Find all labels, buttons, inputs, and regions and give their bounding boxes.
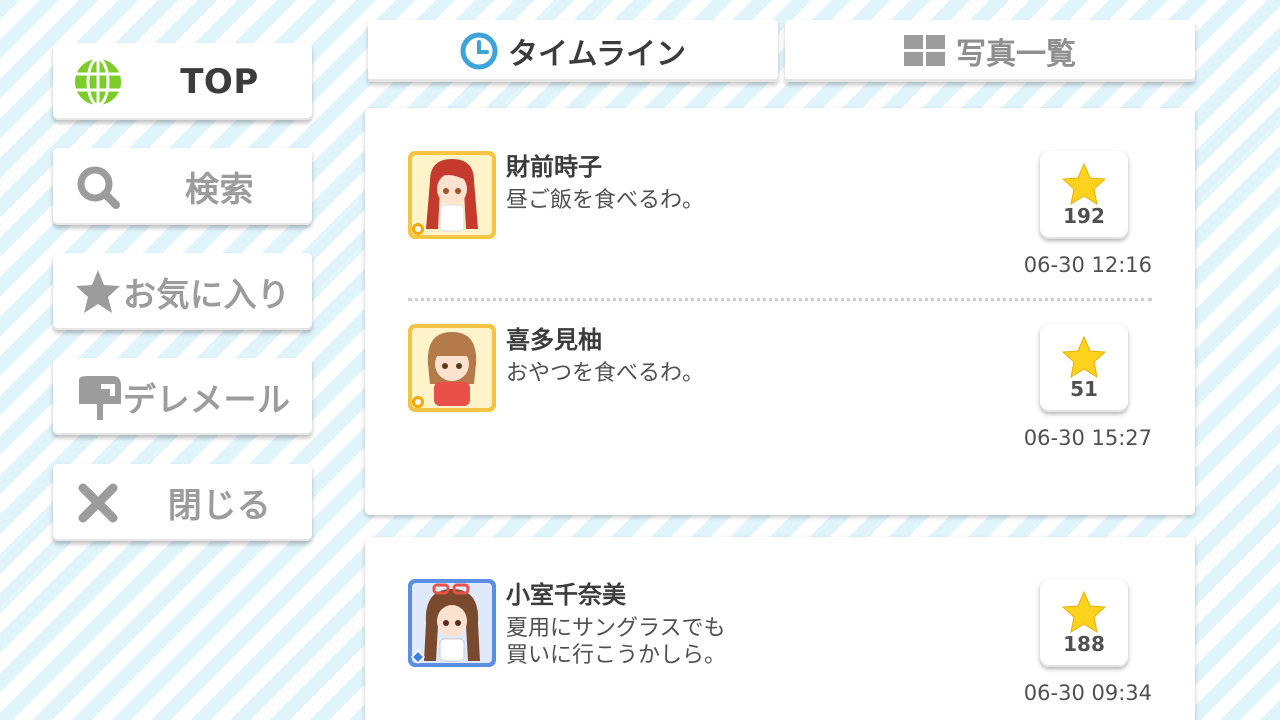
star-icon bbox=[1062, 163, 1106, 205]
sidebar-item-label: お気に入り bbox=[123, 274, 291, 314]
post-message: おやつを食べるわ。 bbox=[506, 361, 705, 386]
timeline-card: 小室千奈美 夏用にサングラスでも 買いに行こうかしら。 188 06-30 09… bbox=[365, 537, 1195, 720]
like-button[interactable]: 51 bbox=[1040, 324, 1128, 412]
post-message: 夏用にサングラスでも 買いに行こうかしら。 bbox=[506, 616, 727, 668]
poster-name: 財前時子 bbox=[506, 153, 602, 181]
sidebar-item-label: 検索 bbox=[185, 170, 254, 210]
tab-label: タイムライン bbox=[508, 37, 686, 72]
like-count: 51 bbox=[1070, 377, 1098, 401]
star-icon bbox=[76, 270, 120, 313]
clock-icon bbox=[460, 32, 498, 70]
post-message: 昼ご飯を食べるわ。 bbox=[506, 188, 705, 213]
sidebar-item-favorites[interactable]: お気に入り bbox=[53, 253, 312, 330]
tab-label: 写真一覧 bbox=[956, 37, 1076, 72]
timeline-post: 喜多見柚 おやつを食べるわ。 51 06-30 15:27 bbox=[365, 324, 1195, 484]
tab-timeline[interactable]: タイムライン bbox=[368, 20, 778, 82]
post-divider bbox=[408, 298, 1152, 301]
grid-icon bbox=[904, 35, 945, 66]
star-icon bbox=[1062, 336, 1106, 378]
close-icon bbox=[78, 483, 118, 523]
avatar[interactable] bbox=[408, 324, 496, 412]
mailbox-icon bbox=[79, 376, 121, 420]
sidebar-item-label: デレメール bbox=[123, 379, 291, 419]
timeline-post: 小室千奈美 夏用にサングラスでも 買いに行こうかしら。 188 06-30 09… bbox=[365, 579, 1195, 720]
avatar-image bbox=[412, 155, 492, 235]
avatar-image bbox=[412, 328, 492, 408]
poster-name: 小室千奈美 bbox=[506, 581, 626, 609]
sidebar-item-search[interactable]: 検索 bbox=[53, 148, 312, 225]
poster-name: 喜多見柚 bbox=[506, 326, 602, 354]
post-timestamp: 06-30 09:34 bbox=[1023, 681, 1152, 705]
sidebar-item-label: 閉じる bbox=[167, 486, 272, 526]
timeline-card: 財前時子 昼ご飯を食べるわ。 192 06-30 12:16 喜多見柚 おやつを… bbox=[365, 108, 1195, 515]
avatar[interactable] bbox=[408, 579, 496, 667]
sidebar-item-deremail[interactable]: デレメール bbox=[53, 358, 312, 435]
avatar-image bbox=[410, 583, 492, 665]
timeline-post: 財前時子 昼ご飯を食べるわ。 192 06-30 12:16 bbox=[365, 151, 1195, 311]
sidebar-item-close[interactable]: 閉じる bbox=[53, 464, 312, 541]
like-button[interactable]: 192 bbox=[1040, 151, 1128, 239]
avatar[interactable] bbox=[408, 151, 496, 239]
sidebar-item-top[interactable]: TOP bbox=[53, 43, 312, 120]
post-timestamp: 06-30 15:27 bbox=[1023, 426, 1152, 450]
post-timestamp: 06-30 12:16 bbox=[1023, 253, 1152, 277]
like-count: 188 bbox=[1063, 632, 1105, 656]
like-button[interactable]: 188 bbox=[1040, 579, 1128, 667]
like-count: 192 bbox=[1063, 204, 1105, 228]
sidebar-item-label: TOP bbox=[180, 61, 259, 102]
tab-photo-list[interactable]: 写真一覧 bbox=[785, 20, 1195, 82]
globe-icon bbox=[75, 57, 121, 107]
search-icon bbox=[77, 166, 120, 209]
star-icon bbox=[1062, 591, 1106, 633]
